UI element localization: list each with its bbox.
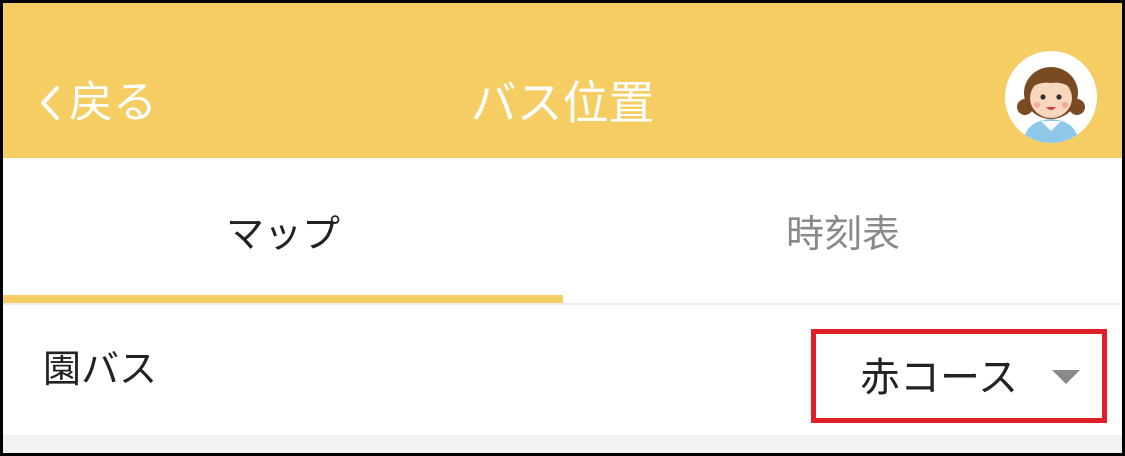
tab-map[interactable]: マップ [3, 158, 563, 303]
footer-divider [3, 435, 1122, 453]
active-tab-indicator [3, 295, 563, 303]
tab-bar: マップ 時刻表 [3, 158, 1122, 305]
app-frame: 戻る バス位置 マップ 時刻表 園バス 赤コース [0, 0, 1125, 456]
bus-row-label: 園バス [43, 347, 158, 391]
course-dropdown[interactable]: 赤コース [811, 329, 1107, 423]
header-bar: 戻る バス位置 [3, 3, 1122, 158]
bus-course-row: 園バス 赤コース [3, 305, 1122, 435]
caret-down-icon [1052, 370, 1080, 384]
page-title: バス位置 [470, 76, 655, 130]
child-avatar-icon[interactable] [1005, 51, 1097, 143]
course-selected-value: 赤コース [860, 355, 1018, 401]
tab-timetable[interactable]: 時刻表 [563, 158, 1122, 303]
